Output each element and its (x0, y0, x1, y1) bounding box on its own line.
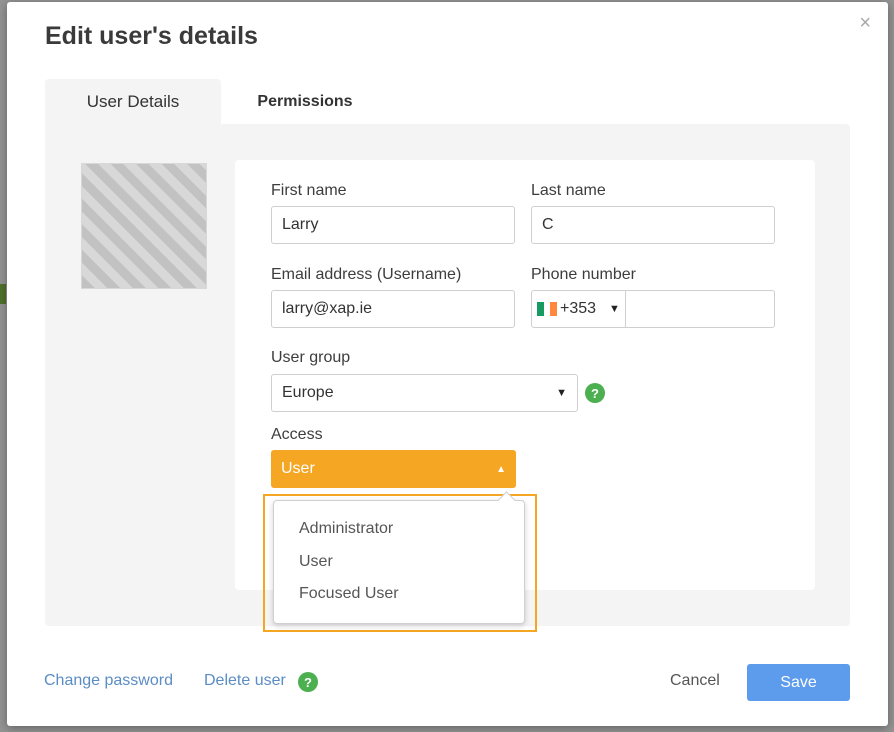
chevron-down-icon: ▼ (609, 303, 620, 315)
edit-user-modal: Edit user's details × User Details Permi… (7, 2, 888, 726)
access-select[interactable]: User ▲ (271, 450, 516, 488)
user-group-help-icon[interactable]: ? (585, 383, 605, 403)
close-icon[interactable]: × (859, 13, 871, 33)
save-button[interactable]: Save (747, 664, 850, 701)
user-group-label: User group (271, 349, 351, 366)
user-group-select[interactable]: Europe ▼ (271, 374, 578, 412)
phone-number-input[interactable] (626, 291, 774, 327)
phone-field: +353 ▼ (531, 290, 775, 328)
access-dropdown-menu: Administrator User Focused User (273, 500, 525, 624)
country-code-select[interactable]: +353 ▼ (532, 291, 626, 327)
phone-label: Phone number (531, 266, 636, 283)
delete-user-link[interactable]: Delete user (204, 672, 286, 690)
ireland-flag-icon (537, 302, 558, 316)
access-option-administrator[interactable]: Administrator (299, 520, 393, 538)
change-password-link[interactable]: Change password (44, 672, 173, 690)
chevron-up-icon: ▲ (496, 463, 506, 475)
tab-user-details[interactable]: User Details (45, 79, 221, 125)
modal-title: Edit user's details (45, 22, 258, 50)
access-option-user[interactable]: User (299, 553, 333, 571)
access-option-focused-user[interactable]: Focused User (299, 585, 399, 603)
user-group-value: Europe (282, 384, 334, 401)
last-name-label: Last name (531, 182, 606, 199)
country-code-label: +353 (560, 300, 597, 317)
email-label: Email address (Username) (271, 266, 462, 283)
first-name-label: First name (271, 182, 347, 199)
last-name-field[interactable]: C (531, 206, 775, 244)
email-field[interactable]: larry@xap.ie (271, 290, 515, 328)
cancel-button[interactable]: Cancel (670, 672, 720, 690)
delete-user-help-icon[interactable]: ? (298, 672, 318, 692)
tab-permissions[interactable]: Permissions (221, 79, 389, 125)
chevron-down-icon: ▼ (556, 387, 567, 399)
access-label: Access (271, 426, 323, 443)
first-name-field[interactable]: Larry (271, 206, 515, 244)
avatar-placeholder[interactable] (81, 163, 207, 289)
access-value: User (281, 460, 315, 477)
